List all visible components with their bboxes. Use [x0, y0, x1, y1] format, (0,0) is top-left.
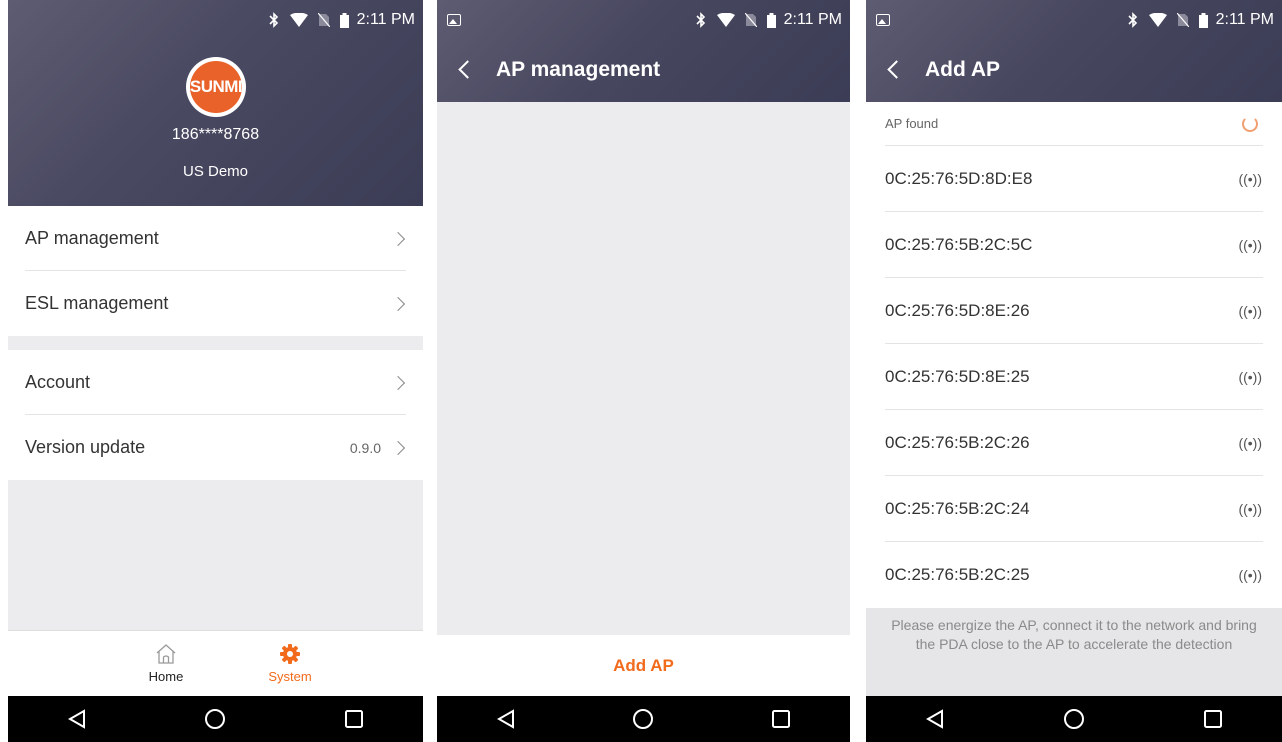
wifi-icon — [1148, 13, 1167, 27]
signal-icon: ((•)) — [1238, 501, 1262, 517]
ap-list-item[interactable]: 0C:25:76:5D:8D:E8 ((•)) — [866, 146, 1282, 212]
menu-item-version-update[interactable]: Version update 0.9.0 — [8, 415, 423, 480]
back-arrow-icon[interactable] — [458, 60, 477, 79]
ap-list-item[interactable]: 0C:25:76:5B:2C:26 ((•)) — [866, 410, 1282, 476]
no-sim-icon — [744, 13, 757, 27]
back-nav-button[interactable] — [486, 699, 526, 739]
profile-header: 2:11 PM SUNMI 186****8768 US Demo — [8, 0, 423, 206]
menu-item-label: Version update — [25, 437, 146, 457]
menu-item-ap-management[interactable]: AP management — [8, 206, 423, 271]
status-time: 2:11 PM — [1215, 11, 1274, 28]
back-nav-button[interactable] — [915, 699, 955, 739]
menu-item-esl-management[interactable]: ESL management — [8, 271, 423, 336]
account-phone: 186****8768 — [171, 126, 260, 143]
ap-list-item[interactable]: 0C:25:76:5B:2C:25 ((•)) — [866, 542, 1282, 608]
page-title: AP management — [496, 58, 661, 81]
ap-list-item[interactable]: 0C:25:76:5B:2C:24 ((•)) — [866, 476, 1282, 542]
wifi-icon — [716, 13, 735, 27]
signal-icon: ((•)) — [1238, 303, 1262, 319]
recents-nav-button[interactable] — [761, 699, 801, 739]
recents-nav-button[interactable] — [334, 699, 374, 739]
signal-icon: ((•)) — [1238, 369, 1262, 385]
back-nav-button[interactable] — [57, 699, 97, 739]
ap-mac: 0C:25:76:5D:8E:26 — [885, 301, 1030, 320]
status-bar: 2:11 PM — [866, 0, 1282, 40]
bluetooth-icon — [1127, 12, 1139, 28]
back-arrow-icon[interactable] — [887, 60, 906, 79]
menu-item-label: AP management — [25, 228, 159, 248]
ap-mac: 0C:25:76:5B:2C:5C — [885, 235, 1033, 254]
no-sim-icon — [317, 13, 330, 27]
menu-group-account: Account Version update 0.9.0 — [8, 350, 423, 480]
signal-icon: ((•)) — [1238, 567, 1262, 583]
status-bar: 2:11 PM — [8, 0, 423, 40]
add-ap-button[interactable]: Add AP — [437, 635, 850, 696]
logo-text: SUNMI — [190, 61, 243, 113]
menu-item-label: ESL management — [25, 293, 169, 313]
add-ap-screen: 2:11 PM Add AP AP found 0C:25:76:5D:8D:E… — [866, 0, 1282, 742]
ap-mac: 0C:25:76:5B:2C:25 — [885, 565, 1030, 584]
store-name: US Demo — [182, 163, 249, 180]
battery-icon — [766, 12, 776, 28]
ap-mac: 0C:25:76:5B:2C:26 — [885, 433, 1030, 452]
ap-management-screen: 2:11 PM AP management Add AP — [437, 0, 850, 742]
status-time: 2:11 PM — [783, 11, 842, 28]
recents-nav-button[interactable] — [1193, 699, 1233, 739]
gear-icon — [250, 639, 330, 669]
detection-tip: Please energize the AP, connect it to th… — [866, 608, 1282, 696]
ap-list-item[interactable]: 0C:25:76:5D:8E:26 ((•)) — [866, 278, 1282, 344]
version-value: 0.9.0 — [349, 439, 381, 456]
ap-mac: 0C:25:76:5D:8D:E8 — [885, 169, 1033, 188]
app-bar: 2:11 PM Add AP — [866, 0, 1282, 102]
android-nav-bar — [8, 696, 423, 742]
home-nav-button[interactable] — [1054, 699, 1094, 739]
image-notification-icon — [447, 14, 461, 26]
battery-icon — [1198, 12, 1208, 28]
bluetooth-icon — [695, 12, 707, 28]
tab-label: System — [268, 669, 312, 684]
ap-list-item[interactable]: 0C:25:76:5B:2C:5C ((•)) — [866, 212, 1282, 278]
home-icon — [126, 639, 206, 669]
chevron-right-icon — [390, 296, 406, 311]
tab-label: Home — [148, 669, 184, 684]
ap-mac: 0C:25:76:5B:2C:24 — [885, 499, 1030, 518]
ap-list: 0C:25:76:5D:8D:E8 ((•)) 0C:25:76:5B:2C:5… — [866, 146, 1282, 608]
app-bar: 2:11 PM AP management — [437, 0, 850, 102]
system-screen: 2:11 PM SUNMI 186****8768 US Demo AP man… — [8, 0, 423, 742]
signal-icon: ((•)) — [1238, 435, 1262, 451]
bluetooth-icon — [268, 12, 280, 28]
signal-icon: ((•)) — [1238, 171, 1262, 187]
android-nav-bar — [866, 696, 1282, 742]
signal-icon: ((•)) — [1238, 237, 1262, 253]
menu-item-label: Account — [25, 372, 91, 392]
home-nav-button[interactable] — [195, 699, 235, 739]
ap-list-item[interactable]: 0C:25:76:5D:8E:25 ((•)) — [866, 344, 1282, 410]
status-time: 2:11 PM — [356, 11, 415, 28]
android-nav-bar — [437, 696, 850, 742]
sunmi-logo: SUNMI — [186, 57, 246, 117]
ap-found-label: AP found — [885, 116, 939, 131]
battery-icon — [339, 12, 349, 28]
menu-group-management: AP management ESL management — [8, 206, 423, 336]
home-nav-button[interactable] — [623, 699, 663, 739]
ap-mac: 0C:25:76:5D:8E:25 — [885, 367, 1030, 386]
chevron-right-icon — [390, 440, 406, 455]
wifi-icon — [289, 13, 308, 27]
image-notification-icon — [876, 14, 890, 26]
loading-spinner-icon — [1242, 116, 1258, 132]
menu-item-account[interactable]: Account — [8, 350, 423, 415]
chevron-right-icon — [390, 375, 406, 390]
page-title: Add AP — [925, 58, 1001, 81]
tab-system[interactable]: System — [250, 639, 330, 684]
bottom-tab-bar: Home System — [8, 630, 423, 696]
ap-found-header: AP found — [866, 102, 1282, 146]
chevron-right-icon — [390, 231, 406, 246]
no-sim-icon — [1176, 13, 1189, 27]
status-bar: 2:11 PM — [437, 0, 850, 40]
tab-home[interactable]: Home — [126, 639, 206, 684]
